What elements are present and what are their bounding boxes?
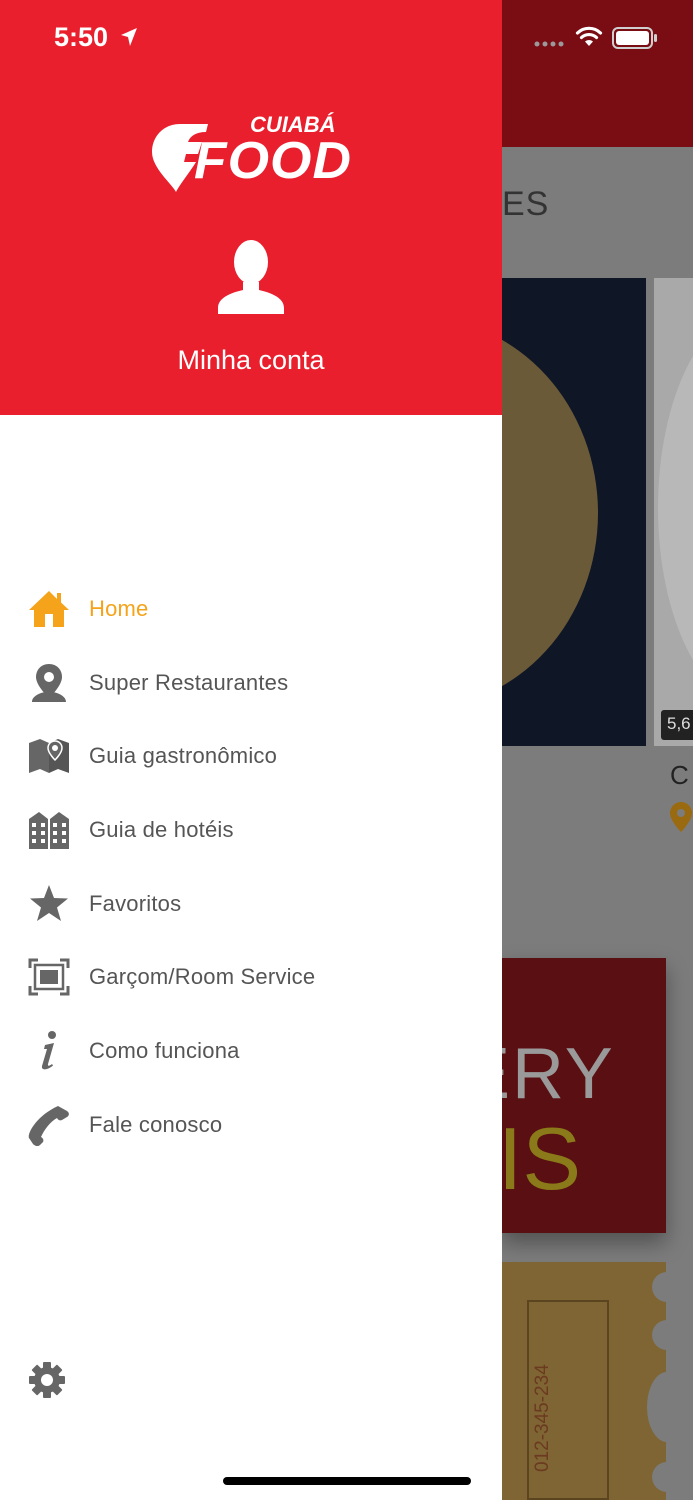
star-icon	[28, 883, 70, 925]
menu-item-home[interactable]: Home	[0, 572, 502, 646]
buildings-icon	[28, 809, 70, 851]
menu-item-favoritos[interactable]: Favoritos	[0, 867, 502, 941]
menu-item-label: Garçom/Room Service	[89, 964, 316, 990]
banner-line-1: VERY	[502, 1034, 615, 1114]
my-account-label[interactable]: Minha conta	[0, 345, 502, 376]
menu-item-label: Guia de hotéis	[89, 816, 234, 842]
drawer-menu: Home Super Restaurantes Guia gastronômic…	[0, 572, 502, 1162]
home-indicator[interactable]	[223, 1477, 471, 1485]
scan-frame-icon	[28, 956, 70, 998]
background-app: ES 5,6 C VERY ATIS 012-345-234	[502, 0, 693, 1500]
menu-item-label: Como funciona	[89, 1037, 240, 1063]
home-icon	[28, 588, 70, 630]
cuiaba-food-logo: CUIABÁ FOOD	[152, 112, 352, 192]
navigation-drawer: CUIABÁ FOOD Minha conta Home Super Resta…	[0, 0, 502, 1500]
menu-item-label: Home	[89, 595, 149, 621]
battery-icon	[612, 27, 657, 49]
map-pin-icon	[28, 662, 70, 704]
menu-item-guia-de-hoteis[interactable]: Guia de hotéis	[0, 793, 502, 867]
signal-icon	[534, 41, 564, 47]
background-ticket: 012-345-234	[502, 1262, 666, 1500]
menu-item-guia-gastronomico[interactable]: Guia gastronômico	[0, 719, 502, 793]
map-icon	[28, 735, 70, 777]
menu-item-label: Super Restaurantes	[89, 669, 289, 695]
background-section-title: ES	[502, 185, 550, 223]
map-pin-icon	[670, 802, 692, 832]
menu-item-label: Fale conosco	[89, 1111, 223, 1137]
logo-word-main: FOOD	[194, 132, 352, 190]
background-delivery-banner: VERY ATIS	[502, 958, 666, 1233]
menu-item-fale-conosco[interactable]: Fale conosco	[0, 1088, 502, 1162]
menu-item-super-restaurantes[interactable]: Super Restaurantes	[0, 646, 502, 720]
location-arrow-icon	[121, 28, 137, 46]
info-icon	[28, 1030, 70, 1072]
background-restaurant-card-2	[654, 278, 693, 746]
user-avatar-icon[interactable]	[216, 238, 286, 314]
menu-item-label: Favoritos	[89, 890, 182, 916]
ticket-number: 012-345-234	[532, 1364, 553, 1472]
phone-icon	[28, 1104, 70, 1146]
menu-item-como-funciona[interactable]: Como funciona	[0, 1014, 502, 1088]
gear-icon[interactable]	[28, 1361, 66, 1399]
banner-line-2: ATIS	[502, 1109, 582, 1208]
status-time: 5:50	[54, 22, 109, 52]
menu-item-label: Guia gastronômico	[89, 743, 278, 769]
background-card-title: C	[670, 760, 689, 790]
status-bar: 5:50	[0, 0, 693, 80]
menu-item-garcom-room-service[interactable]: Garçom/Room Service	[0, 940, 502, 1014]
background-price-badge: 5,6	[661, 710, 693, 740]
wifi-icon	[575, 26, 603, 46]
background-restaurant-card	[502, 278, 646, 746]
